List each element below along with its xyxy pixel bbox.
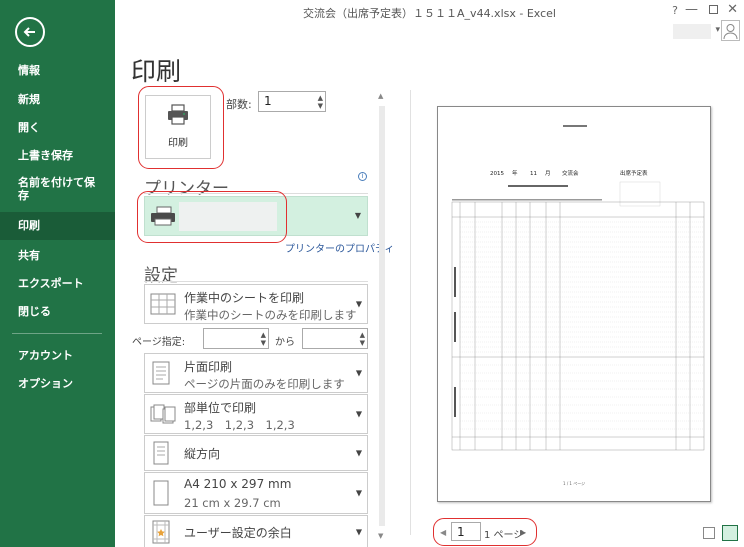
scroll-down-icon[interactable]: ▼ [378, 532, 383, 540]
title-bar: 交流会（出席予定表）１５１１A_v44.xlsx - Excel ? — ✕ ▾ [115, 0, 744, 41]
setting-main: 片面印刷 [184, 360, 233, 374]
pages-to-label: から [275, 337, 295, 348]
pages-to-input[interactable]: ▲ ▼ [302, 328, 368, 349]
nav-info[interactable]: 情報 [0, 63, 115, 79]
spin-down-icon[interactable]: ▼ [261, 339, 266, 347]
spin-up-icon[interactable]: ▲ [261, 331, 266, 339]
sides-select[interactable]: 片面印刷 ページの片面のみを印刷します ▼ [144, 353, 368, 393]
setting-sub: 作業中のシートのみを印刷します [184, 308, 357, 322]
spin-down-icon[interactable]: ▼ [318, 102, 323, 110]
nav-export[interactable]: エクスポート [0, 276, 115, 292]
nav-close[interactable]: 閉じる [0, 304, 115, 320]
avatar[interactable] [721, 20, 740, 41]
settings-heading: 設定 [144, 266, 178, 286]
user-icon [723, 24, 738, 39]
copies-input[interactable]: 1 ▲ ▼ [258, 91, 326, 112]
back-button[interactable] [15, 17, 45, 47]
spin-up-icon[interactable]: ▲ [318, 94, 323, 102]
setting-sub: 21 cm x 29.7 cm [184, 496, 281, 510]
setting-main: 作業中のシートを印刷 [184, 291, 305, 305]
account-name[interactable] [673, 24, 711, 39]
setting-main: 部単位で印刷 [184, 401, 257, 415]
back-arrow-icon [23, 27, 35, 37]
nav-open[interactable]: 開く [0, 120, 115, 136]
chevron-down-icon: ▼ [355, 409, 362, 419]
annotation-circle [433, 518, 537, 546]
spin-down-icon[interactable]: ▼ [360, 339, 365, 347]
info-icon[interactable]: i [358, 172, 367, 181]
settings-scrollbar[interactable]: ▲ ▼ [375, 88, 389, 547]
portrait-icon [153, 441, 169, 465]
single-sided-icon [152, 361, 170, 385]
chevron-down-icon: ▼ [355, 368, 362, 378]
nav-account[interactable]: アカウント [0, 348, 115, 364]
print-what-select[interactable]: 作業中のシートを印刷 作業中のシートのみを印刷します ▼ [144, 284, 368, 324]
nav-save[interactable]: 上書き保存 [0, 148, 115, 164]
preview-year: 2015 [490, 171, 504, 177]
annotation-circle [137, 191, 287, 243]
backstage-sidebar: 情報 新規 開く 上書き保存 名前を付けて保存 印刷 共有 エクスポート 閉じる… [0, 0, 115, 547]
setting-sub: ページの片面のみを印刷します [184, 377, 345, 391]
nav-options[interactable]: オプション [0, 376, 115, 392]
copies-value: 1 [264, 94, 272, 108]
page-title: 印刷 [131, 57, 182, 86]
chevron-down-icon: ▼ [355, 527, 362, 536]
close-button[interactable]: ✕ [727, 2, 738, 17]
paper-size-icon [153, 480, 169, 506]
nav-share[interactable]: 共有 [0, 248, 115, 264]
preview-month: 11 [530, 171, 537, 177]
nav-separator [12, 333, 102, 334]
preview-year-unit: 年 [512, 169, 518, 177]
preview-footer: 1 / 1 ページ [563, 480, 585, 486]
chevron-down-icon: ▼ [355, 488, 362, 498]
collate-select[interactable]: 部単位で印刷 1,2,3 1,2,3 1,2,3 ▼ [144, 394, 368, 434]
help-button[interactable]: ? [672, 4, 678, 17]
setting-main: 縦方向 [184, 447, 221, 461]
chevron-down-icon: ▼ [354, 211, 361, 220]
nav-save-as[interactable]: 名前を付けて保存 [0, 176, 100, 202]
pages-label: ページ指定: [132, 337, 186, 348]
preview-event: 交流会 [562, 169, 579, 177]
panel-divider [410, 90, 411, 535]
scrollbar-thumb[interactable] [379, 106, 385, 526]
maximize-button[interactable] [709, 5, 718, 14]
scroll-up-icon[interactable]: ▲ [378, 92, 383, 100]
paper-size-select[interactable]: A4 210 x 297 mm 21 cm x 29.7 cm ▼ [144, 472, 368, 514]
nav-new[interactable]: 新規 [0, 92, 115, 108]
preview-month-unit: 月 [545, 170, 551, 177]
account-dropdown-icon[interactable]: ▾ [715, 25, 720, 35]
orientation-select[interactable]: 縦方向 ▼ [144, 435, 368, 471]
window-title: 交流会（出席予定表）１５１１A_v44.xlsx - Excel [303, 7, 556, 20]
pages-from-input[interactable]: ▲ ▼ [203, 328, 269, 349]
annotation-circle [138, 86, 224, 169]
spin-up-icon[interactable]: ▲ [360, 331, 365, 339]
collated-icon [150, 404, 176, 424]
section-divider [144, 281, 368, 282]
chevron-down-icon: ▼ [355, 299, 362, 309]
sheet-grid-icon [150, 293, 176, 315]
custom-margins-icon [152, 520, 170, 543]
copies-label: 部数: [226, 98, 252, 111]
nav-print[interactable]: 印刷 [0, 212, 115, 240]
setting-main: ユーザー設定の余白 [184, 526, 292, 540]
chevron-down-icon: ▼ [355, 448, 362, 458]
margins-select[interactable]: ユーザー設定の余白 ▼ [144, 515, 368, 547]
setting-main: A4 210 x 297 mm [184, 477, 292, 491]
zoom-to-page-button[interactable] [722, 525, 738, 541]
print-preview-page: 2015 年 11 月 交流会 出席予定表 1 / 1 ページ [437, 106, 711, 502]
setting-sub: 1,2,3 1,2,3 1,2,3 [184, 418, 295, 432]
minimize-button[interactable]: — [685, 2, 698, 17]
preview-sheet-title: 出席予定表 [620, 169, 648, 177]
show-margins-button[interactable] [703, 527, 715, 539]
